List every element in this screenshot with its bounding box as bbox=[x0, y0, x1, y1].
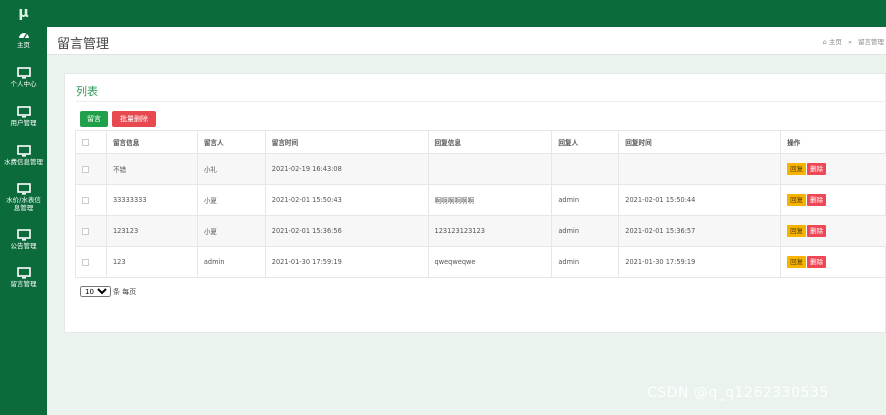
sidebar-item-label: 用户管理 bbox=[10, 119, 37, 127]
reply-button[interactable]: 回复 bbox=[787, 163, 807, 175]
breadcrumb-separator: » bbox=[847, 38, 852, 46]
sidebar: μ 主页 个人中心 用户管理 水费信息管理 水价/水表信息管理 公告管理 留言管… bbox=[0, 0, 47, 415]
sidebar-item-message[interactable]: 留言管理 bbox=[0, 267, 47, 288]
author-cell: 小夏 bbox=[196, 184, 266, 216]
actions-cell: 回复 删除 bbox=[780, 246, 886, 278]
delete-button[interactable]: 删除 bbox=[807, 256, 827, 268]
actions-cell: 回复 删除 bbox=[780, 153, 886, 185]
reply-time-cell: 2021-02-01 15:50:44 bbox=[618, 184, 782, 216]
reply-cell: 啊啊啊啊啊啊 bbox=[427, 184, 553, 216]
delete-button[interactable]: 删除 bbox=[807, 225, 827, 237]
pagination: 10 条 每页 bbox=[80, 286, 136, 297]
select-all-checkbox[interactable] bbox=[82, 138, 89, 146]
dashboard-icon bbox=[18, 33, 29, 39]
column-header: 回复人 bbox=[551, 130, 620, 154]
table-header-row: 留言信息 留言人 留言时间 回复信息 回复人 回复时间 操作 bbox=[75, 130, 886, 154]
breadcrumb-home[interactable]: 主页 bbox=[829, 38, 842, 46]
time-cell: 2021-02-01 15:50:43 bbox=[264, 184, 429, 216]
row-select-cell bbox=[75, 215, 107, 247]
sidebar-item-label: 留言管理 bbox=[10, 280, 37, 288]
row-checkbox[interactable] bbox=[82, 227, 89, 235]
reply-button[interactable]: 回复 bbox=[787, 225, 807, 237]
sidebar-item-announcement[interactable]: 公告管理 bbox=[0, 229, 47, 250]
row-checkbox[interactable] bbox=[82, 258, 89, 266]
watermark: CSDN @q_q1262330535 bbox=[647, 385, 829, 401]
author-cell: 小礼 bbox=[196, 153, 266, 185]
row-select-cell bbox=[75, 153, 107, 185]
replier-cell: admin bbox=[551, 246, 620, 278]
select-all-header bbox=[75, 130, 107, 154]
add-message-button[interactable]: 留言 bbox=[80, 111, 108, 127]
column-header: 留言时间 bbox=[264, 130, 429, 154]
replier-cell bbox=[551, 153, 620, 185]
breadcrumb: ⌂ 主页 » 留言管理 bbox=[823, 36, 884, 46]
message-cell: 123123 bbox=[105, 215, 198, 247]
row-select-cell bbox=[75, 184, 107, 216]
column-header: 操作 bbox=[780, 130, 886, 154]
sidebar-item-water-price[interactable]: 水价/水表信息管理 bbox=[0, 183, 47, 212]
page-title: 留言管理 bbox=[57, 37, 110, 52]
sidebar-item-label: 水价/水表信息管理 bbox=[6, 196, 41, 212]
batch-delete-button[interactable]: 批量删除 bbox=[112, 111, 156, 127]
sidebar-item-user-management[interactable]: 用户管理 bbox=[0, 106, 47, 127]
message-cell: 不错 bbox=[105, 153, 198, 185]
monitor-icon bbox=[16, 183, 31, 195]
table-row: 123 admin 2021-01-30 17:59:19 qweqweqwe … bbox=[75, 246, 886, 278]
sidebar-item-label: 主页 bbox=[17, 41, 30, 49]
reply-button[interactable]: 回复 bbox=[787, 256, 807, 268]
sidebar-item-personal-center[interactable]: 个人中心 bbox=[0, 67, 47, 88]
app-logo: μ bbox=[18, 5, 29, 21]
reply-cell: qweqweqwe bbox=[427, 246, 553, 278]
table-row: 不错 小礼 2021-02-19 16:43:08 回复 删除 bbox=[75, 153, 886, 185]
page-header: 留言管理 ⌂ 主页 » 留言管理 bbox=[47, 27, 886, 55]
reply-time-cell bbox=[618, 153, 782, 185]
home-icon: ⌂ bbox=[822, 38, 827, 46]
actions-cell: 回复 删除 bbox=[780, 215, 886, 247]
monitor-icon bbox=[16, 106, 31, 118]
monitor-icon bbox=[16, 67, 31, 79]
table-row: 33333333 小夏 2021-02-01 15:50:43 啊啊啊啊啊啊 a… bbox=[75, 184, 886, 216]
row-select-cell bbox=[75, 246, 107, 278]
replier-cell: admin bbox=[551, 184, 620, 216]
sidebar-item-home[interactable]: 主页 bbox=[0, 29, 47, 49]
sidebar-item-label: 水费信息管理 bbox=[4, 158, 43, 166]
actions-cell: 回复 删除 bbox=[780, 184, 886, 216]
reply-button[interactable]: 回复 bbox=[787, 194, 807, 206]
message-cell: 123 bbox=[105, 246, 198, 278]
sidebar-item-label: 公告管理 bbox=[10, 242, 37, 250]
author-cell: admin bbox=[196, 246, 266, 278]
delete-button[interactable]: 删除 bbox=[807, 163, 827, 175]
reply-cell bbox=[427, 153, 553, 185]
column-header: 回复时间 bbox=[618, 130, 782, 154]
page-size-label: 条 每页 bbox=[113, 288, 137, 296]
column-header: 留言人 bbox=[196, 130, 266, 154]
monitor-icon bbox=[16, 145, 31, 157]
table-row: 123123 小夏 2021-02-01 15:36:56 1231231231… bbox=[75, 215, 886, 247]
delete-button[interactable]: 删除 bbox=[807, 194, 827, 206]
row-checkbox[interactable] bbox=[82, 165, 89, 173]
row-checkbox[interactable] bbox=[82, 196, 89, 204]
author-cell: 小夏 bbox=[196, 215, 266, 247]
column-header: 回复信息 bbox=[427, 130, 553, 154]
time-cell: 2021-02-19 16:43:08 bbox=[264, 153, 429, 185]
list-card: 列表 留言 批量删除 留言信息 留言人 留言时间 回复信息 回复人 回复时间 操… bbox=[64, 73, 886, 333]
card-title: 列表 bbox=[76, 85, 98, 98]
time-cell: 2021-02-01 15:36:56 bbox=[264, 215, 429, 247]
breadcrumb-current: 留言管理 bbox=[858, 38, 884, 46]
card-divider bbox=[76, 101, 885, 102]
replier-cell: admin bbox=[551, 215, 620, 247]
page-size-select[interactable]: 10 bbox=[80, 286, 111, 297]
time-cell: 2021-01-30 17:59:19 bbox=[264, 246, 429, 278]
column-header: 留言信息 bbox=[105, 130, 198, 154]
sidebar-item-label: 个人中心 bbox=[10, 80, 37, 88]
monitor-icon bbox=[16, 267, 31, 279]
reply-cell: 123123123123 bbox=[427, 215, 553, 247]
reply-time-cell: 2021-02-01 15:36:57 bbox=[618, 215, 782, 247]
reply-time-cell: 2021-01-30 17:59:19 bbox=[618, 246, 782, 278]
message-cell: 33333333 bbox=[105, 184, 198, 216]
top-bar bbox=[47, 0, 886, 27]
monitor-icon bbox=[16, 229, 31, 241]
message-table: 留言信息 留言人 留言时间 回复信息 回复人 回复时间 操作 不错 小礼 202… bbox=[75, 130, 886, 278]
sidebar-item-water-fee[interactable]: 水费信息管理 bbox=[0, 145, 47, 166]
